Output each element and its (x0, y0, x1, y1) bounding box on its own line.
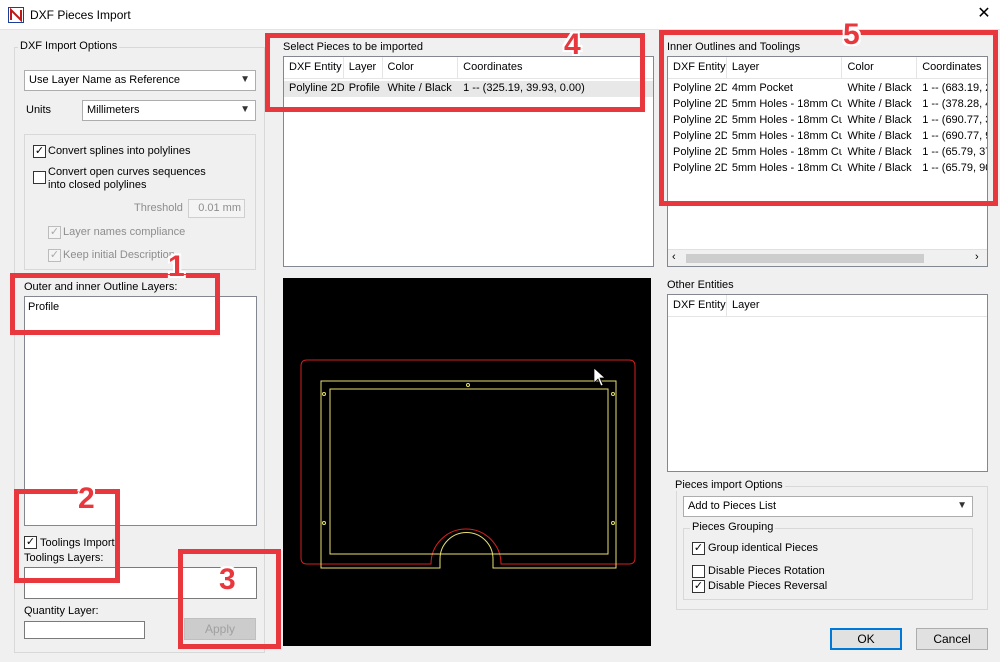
convert-splines-label: Convert splines into polylines (48, 145, 191, 157)
units-select-value: Millimeters (87, 104, 140, 116)
pieces-preview[interactable] (283, 278, 651, 646)
hole-marker (322, 392, 326, 396)
annotation-box-2 (14, 489, 120, 583)
annotation-box-5 (659, 30, 998, 206)
hole-marker (611, 392, 615, 396)
outer-outline (300, 359, 636, 565)
annotation-box-4 (265, 33, 645, 112)
close-button[interactable]: ✕ (972, 3, 996, 25)
pieces-import-options-label: Pieces import Options (673, 479, 785, 491)
scroll-left-icon[interactable]: ‹ (672, 251, 676, 263)
layer-names-compliance-checkbox[interactable]: ✓ (48, 226, 61, 239)
pieces-grouping-label: Pieces Grouping (690, 521, 776, 533)
other-entities-label: Other Entities (667, 279, 734, 291)
annotation-number-4: 4 (564, 28, 581, 61)
table-header: DXF Entity Layer (668, 295, 987, 317)
convert-open-curves-label-1: Convert open curves sequences (48, 166, 206, 178)
annotation-number-3: 3 (219, 563, 236, 596)
convert-open-curves-checkbox[interactable] (33, 171, 46, 184)
quantity-layer-label: Quantity Layer: (24, 605, 99, 617)
column-header[interactable]: Layer (727, 295, 787, 316)
hole-marker (611, 521, 615, 525)
hole-marker (322, 521, 326, 525)
other-entities-table[interactable]: DXF Entity Layer (667, 294, 988, 472)
disable-reversal-checkbox[interactable]: ✓ (692, 580, 705, 593)
pieces-import-mode-value: Add to Pieces List (688, 500, 777, 512)
layer-names-compliance-label: Layer names compliance (63, 226, 186, 238)
chevron-down-icon: ▼ (240, 74, 250, 85)
disable-reversal-label: Disable Pieces Reversal (708, 580, 828, 592)
ok-button[interactable]: OK (830, 628, 902, 650)
cancel-button[interactable]: Cancel (916, 628, 988, 650)
convert-open-curves-label-2: into closed polylines (48, 179, 147, 191)
quantity-layer-input[interactable] (24, 621, 145, 639)
window-title: DXF Pieces Import (30, 8, 131, 22)
chevron-down-icon: ▼ (240, 104, 250, 115)
units-select[interactable]: Millimeters ▼ (82, 100, 256, 121)
pieces-import-mode-select[interactable]: Add to Pieces List ▼ (683, 496, 973, 517)
column-header[interactable]: DXF Entity (668, 295, 727, 316)
disable-rotation-label: Disable Pieces Rotation (708, 565, 825, 577)
disable-rotation-checkbox[interactable] (692, 565, 705, 578)
group-identical-label: Group identical Pieces (708, 542, 819, 554)
keep-initial-description-label: Keep initial Description (63, 249, 175, 261)
scroll-right-icon[interactable]: › (975, 251, 979, 263)
annotation-number-5: 5 (843, 18, 860, 51)
group-identical-checkbox[interactable]: ✓ (692, 542, 705, 555)
threshold-label: Threshold (134, 202, 183, 214)
dxf-import-options-label: DXF Import Options (18, 40, 120, 52)
annotation-number-1: 1 (168, 250, 185, 283)
reference-select[interactable]: Use Layer Name as Reference ▼ (24, 70, 256, 91)
mouse-cursor-icon (593, 367, 606, 387)
scrollbar-thumb[interactable] (686, 254, 924, 263)
hole-marker (466, 383, 470, 387)
chevron-down-icon: ▼ (957, 500, 967, 511)
units-label: Units (26, 104, 52, 116)
keep-initial-description-checkbox[interactable]: ✓ (48, 249, 61, 262)
horizontal-scrollbar[interactable]: ‹ › (668, 249, 987, 266)
annotation-box-1 (10, 273, 220, 335)
piece-profile (320, 380, 617, 569)
threshold-input[interactable]: 0.01 mm (188, 199, 245, 218)
annotation-number-2: 2 (78, 482, 95, 515)
app-icon (8, 7, 24, 23)
reference-select-value: Use Layer Name as Reference (29, 74, 181, 86)
piece-drawing (300, 359, 636, 569)
convert-splines-checkbox[interactable]: ✓ (33, 145, 46, 158)
